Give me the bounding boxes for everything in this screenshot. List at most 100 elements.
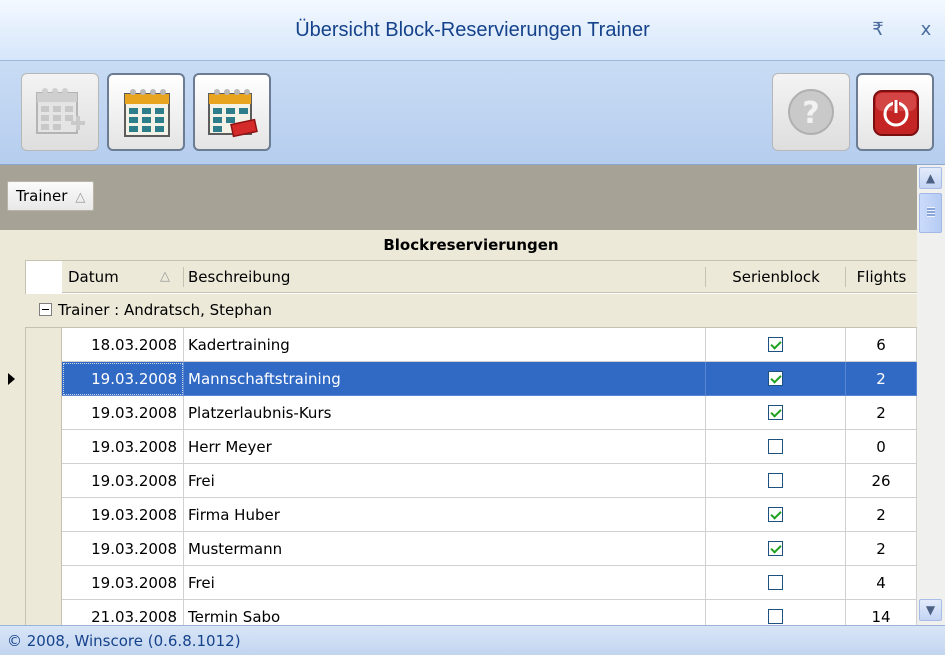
pin-icon[interactable]: ₹	[865, 18, 891, 42]
cell-serienblock[interactable]	[706, 396, 846, 430]
cell-flights[interactable]: 2	[846, 362, 917, 396]
group-chip-trainer[interactable]: Trainer △	[7, 181, 95, 211]
table-row[interactable]: 19.03.2008 Firma Huber 2	[0, 498, 917, 532]
serienblock-checkbox[interactable]	[768, 507, 783, 522]
serienblock-checkbox[interactable]	[768, 473, 783, 488]
delete-block-button[interactable]	[193, 73, 271, 151]
column-header-flights-label: Flights	[856, 268, 907, 286]
serienblock-checkbox[interactable]	[768, 575, 783, 590]
current-row-arrow-icon	[8, 373, 15, 385]
cell-datum[interactable]: 21.03.2008	[62, 600, 184, 625]
exit-button[interactable]	[856, 73, 934, 151]
column-header-beschreibung[interactable]: Beschreibung	[184, 261, 706, 293]
serienblock-checkbox[interactable]	[768, 439, 783, 454]
cell-beschreibung[interactable]: Platzerlaubnis-Kurs	[184, 396, 706, 430]
cell-flights[interactable]: 4	[846, 566, 917, 600]
column-header-beschreibung-label: Beschreibung	[188, 268, 291, 286]
cell-flights[interactable]: 2	[846, 532, 917, 566]
cell-serienblock[interactable]	[706, 430, 846, 464]
row-indicator[interactable]	[0, 328, 25, 362]
group-indent	[26, 328, 62, 362]
serienblock-checkbox[interactable]	[768, 337, 783, 352]
row-indicator[interactable]	[0, 396, 25, 430]
group-indent	[26, 464, 62, 498]
row-indicator[interactable]	[0, 430, 25, 464]
row-indicator[interactable]	[0, 464, 25, 498]
cell-serienblock[interactable]	[706, 498, 846, 532]
cell-serienblock[interactable]	[706, 362, 846, 396]
help-icon: ?	[788, 89, 834, 135]
serienblock-checkbox[interactable]	[768, 541, 783, 556]
group-indent	[26, 498, 62, 532]
cell-beschreibung[interactable]: Kadertraining	[184, 328, 706, 362]
toolbar: ?	[0, 61, 945, 165]
cell-flights[interactable]: 0	[846, 430, 917, 464]
column-header-serienblock-label: Serienblock	[732, 268, 820, 286]
table-row[interactable]: 19.03.2008 Herr Meyer 0	[0, 430, 917, 464]
cell-flights[interactable]: 2	[846, 498, 917, 532]
cell-beschreibung[interactable]: Mannschaftstraining	[184, 362, 706, 396]
cell-serienblock[interactable]	[706, 600, 846, 625]
row-indicator[interactable]	[0, 566, 25, 600]
calendar-button[interactable]	[107, 73, 185, 151]
calendar-icon	[124, 89, 170, 137]
table-row[interactable]: 19.03.2008 Mannschaftstraining 2	[0, 362, 917, 396]
help-button[interactable]: ?	[772, 73, 850, 151]
cell-serienblock[interactable]	[706, 328, 846, 362]
table-row[interactable]: 21.03.2008 Termin Sabo 14	[0, 600, 917, 625]
row-indicator[interactable]	[0, 600, 25, 625]
window-title: Übersicht Block-Reservierungen Trainer	[295, 19, 650, 41]
cell-flights[interactable]: 26	[846, 464, 917, 498]
table-row[interactable]: 18.03.2008 Kadertraining 6	[0, 328, 917, 362]
column-header-flights[interactable]: Flights	[846, 261, 917, 293]
cell-beschreibung[interactable]: Frei	[184, 566, 706, 600]
group-indent	[26, 396, 62, 430]
cell-datum[interactable]: 19.03.2008	[62, 566, 184, 600]
table-row[interactable]: 19.03.2008 Mustermann 2	[0, 532, 917, 566]
cell-beschreibung[interactable]: Mustermann	[184, 532, 706, 566]
cell-flights[interactable]: 14	[846, 600, 917, 625]
row-indicator[interactable]	[0, 362, 25, 396]
scroll-thumb[interactable]	[919, 193, 942, 233]
cell-datum[interactable]: 19.03.2008	[62, 464, 184, 498]
cell-serienblock[interactable]	[706, 566, 846, 600]
cell-datum[interactable]: 19.03.2008	[62, 532, 184, 566]
table-row[interactable]: 19.03.2008 Frei 4	[0, 566, 917, 600]
table-row[interactable]: 19.03.2008 Frei 26	[0, 464, 917, 498]
vertical-scrollbar[interactable]: ▲ ▼	[917, 165, 945, 625]
column-header-serienblock[interactable]: Serienblock	[706, 261, 846, 293]
cell-beschreibung[interactable]: Frei	[184, 464, 706, 498]
scroll-down-button[interactable]: ▼	[919, 599, 942, 621]
row-indicator[interactable]	[0, 532, 25, 566]
cell-datum[interactable]: 19.03.2008	[62, 430, 184, 464]
column-header-datum[interactable]: Datum △	[62, 261, 184, 293]
cell-serienblock[interactable]	[706, 464, 846, 498]
group-by-panel: Trainer △	[0, 165, 917, 230]
serienblock-checkbox[interactable]	[768, 405, 783, 420]
close-icon[interactable]: x	[913, 18, 939, 42]
cell-datum[interactable]: 19.03.2008	[62, 498, 184, 532]
title-bar: Übersicht Block-Reservierungen Trainer ₹…	[0, 0, 945, 61]
cell-beschreibung[interactable]: Firma Huber	[184, 498, 706, 532]
serienblock-checkbox[interactable]	[768, 371, 783, 386]
cell-datum[interactable]: 19.03.2008	[62, 396, 184, 430]
power-icon	[873, 90, 919, 136]
svg-text:?: ?	[802, 96, 819, 131]
cell-datum[interactable]: 19.03.2008	[62, 362, 184, 396]
row-indicator[interactable]	[0, 498, 25, 532]
cell-flights[interactable]: 6	[846, 328, 917, 362]
cell-flights[interactable]: 2	[846, 396, 917, 430]
scroll-up-button[interactable]: ▲	[919, 167, 942, 189]
serienblock-checkbox[interactable]	[768, 609, 783, 624]
collapse-icon[interactable]	[39, 303, 52, 316]
group-row-label: Trainer : Andratsch, Stephan	[58, 301, 272, 319]
sort-ascending-icon: △	[75, 190, 86, 205]
table-row[interactable]: 19.03.2008 Platzerlaubnis-Kurs 2	[0, 396, 917, 430]
group-indent	[26, 532, 62, 566]
cell-datum[interactable]: 18.03.2008	[62, 328, 184, 362]
group-row[interactable]: Trainer : Andratsch, Stephan	[25, 294, 917, 328]
cell-beschreibung[interactable]: Termin Sabo	[184, 600, 706, 625]
cell-beschreibung[interactable]: Herr Meyer	[184, 430, 706, 464]
cell-serienblock[interactable]	[706, 532, 846, 566]
new-block-button[interactable]	[21, 73, 99, 151]
